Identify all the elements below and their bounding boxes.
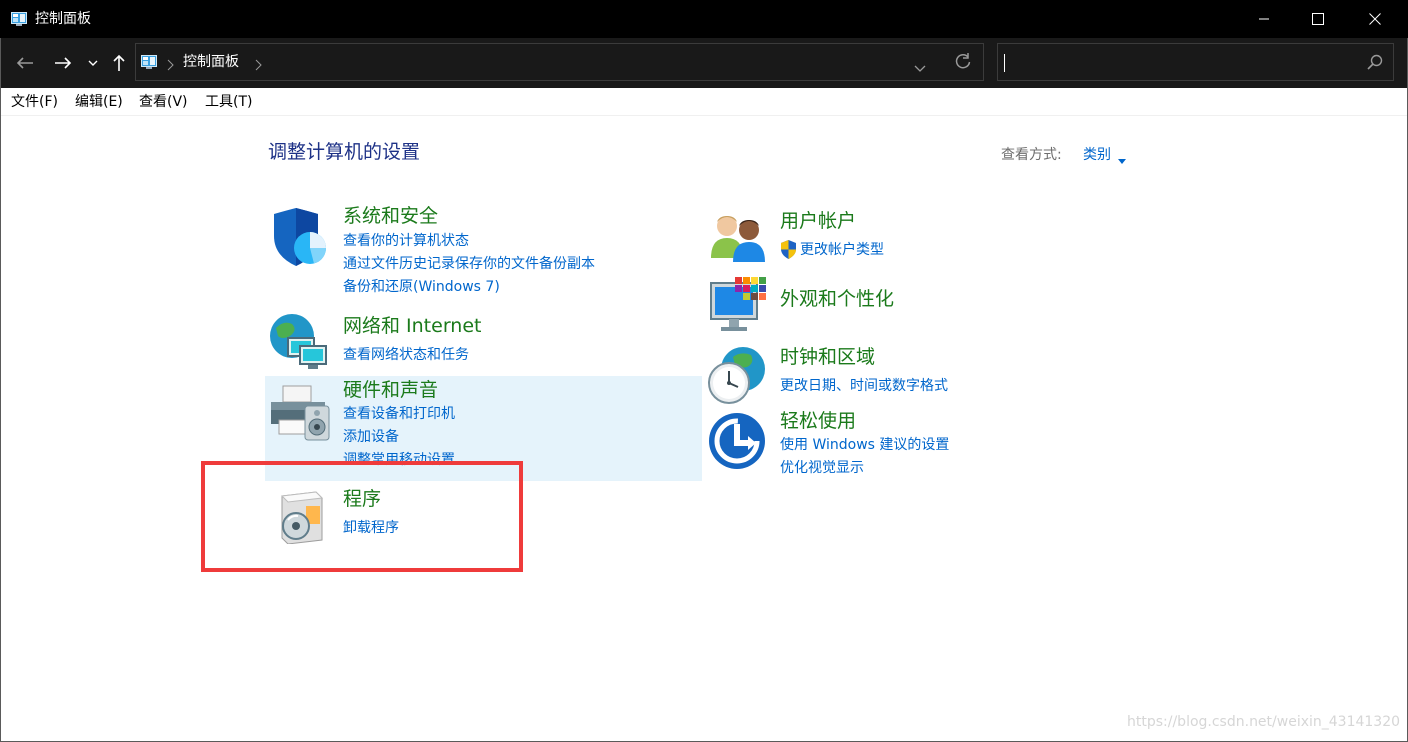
link-change-account-type[interactable]: 更改帐户类型	[800, 241, 884, 259]
recent-chevron-down-icon[interactable]	[81, 50, 105, 76]
link-network-status-tasks[interactable]: 查看网络状态和任务	[343, 346, 469, 364]
highlight-box	[201, 461, 523, 572]
refresh-icon[interactable]	[954, 53, 972, 75]
clock-globe-icon[interactable]	[707, 345, 767, 409]
link-view-computer-status[interactable]: 查看你的计算机状态	[343, 232, 469, 250]
breadcrumb-chevron-icon[interactable]	[166, 56, 174, 75]
shield-icon[interactable]	[270, 208, 328, 272]
monitor-colors-icon[interactable]	[709, 275, 767, 339]
address-box[interactable]: 控制面板	[135, 43, 984, 81]
control-panel-icon	[141, 54, 157, 73]
search-input[interactable]	[997, 43, 1394, 81]
view-by-dropdown[interactable]: 类别	[1083, 144, 1111, 164]
control-panel-icon	[11, 11, 27, 30]
category-hardware-sound[interactable]: 硬件和声音	[343, 379, 438, 401]
link-devices-printers[interactable]: 查看设备和打印机	[343, 405, 455, 423]
link-optimize-visual-display[interactable]: 优化视觉显示	[780, 459, 864, 477]
breadcrumb-control-panel[interactable]: 控制面板	[183, 53, 239, 71]
menu-tools[interactable]: 工具(T)	[205, 94, 252, 110]
menu-view[interactable]: 查看(V)	[139, 94, 188, 110]
window-title: 控制面板	[35, 11, 91, 27]
address-dropdown-icon[interactable]	[914, 58, 926, 77]
category-clock-region[interactable]: 时钟和区域	[780, 346, 875, 368]
link-recommended-settings[interactable]: 使用 Windows 建议的设置	[780, 436, 949, 454]
ease-of-access-icon[interactable]	[708, 412, 766, 474]
search-icon[interactable]	[1367, 54, 1383, 74]
link-change-date-time-format[interactable]: 更改日期、时间或数字格式	[780, 377, 948, 395]
forward-arrow-icon[interactable]	[50, 50, 76, 76]
category-system-security[interactable]: 系统和安全	[343, 205, 438, 227]
chevron-down-icon[interactable]	[1118, 149, 1126, 168]
menu-file[interactable]: 文件(F)	[11, 94, 58, 110]
watermark: https://blog.csdn.net/weixin_43141320	[1127, 714, 1401, 730]
close-button[interactable]	[1352, 0, 1398, 38]
minimize-icon	[1258, 10, 1270, 29]
link-add-device[interactable]: 添加设备	[343, 428, 399, 446]
printer-speaker-icon[interactable]	[269, 384, 331, 446]
minimize-button[interactable]	[1241, 0, 1287, 38]
users-icon[interactable]	[709, 212, 767, 266]
menu-bar: 文件(F) 编辑(E) 查看(V) 工具(T)	[0, 88, 1408, 116]
category-network-internet[interactable]: 网络和 Internet	[343, 315, 481, 337]
uac-shield-icon	[780, 240, 797, 263]
breadcrumb-chevron-icon[interactable]	[254, 56, 262, 75]
category-user-accounts[interactable]: 用户帐户	[780, 210, 856, 232]
text-caret	[1004, 54, 1005, 72]
link-file-history-backup[interactable]: 通过文件历史记录保存你的文件备份副本	[343, 255, 595, 273]
link-backup-restore-win7[interactable]: 备份和还原(Windows 7)	[343, 278, 500, 296]
category-appearance-personalization[interactable]: 外观和个性化	[780, 288, 894, 310]
menu-edit[interactable]: 编辑(E)	[75, 94, 123, 110]
maximize-button[interactable]	[1295, 0, 1341, 38]
close-icon	[1369, 10, 1381, 29]
view-by-label: 查看方式:	[1001, 147, 1062, 163]
category-ease-of-access[interactable]: 轻松使用	[780, 410, 856, 432]
title-bar: 控制面板	[0, 0, 1408, 38]
back-arrow-icon[interactable]	[12, 50, 38, 76]
network-globe-icon[interactable]	[268, 310, 330, 376]
page-title: 调整计算机的设置	[268, 141, 421, 163]
up-arrow-icon[interactable]	[106, 50, 132, 76]
window-border	[0, 38, 1, 742]
maximize-icon	[1312, 10, 1324, 29]
